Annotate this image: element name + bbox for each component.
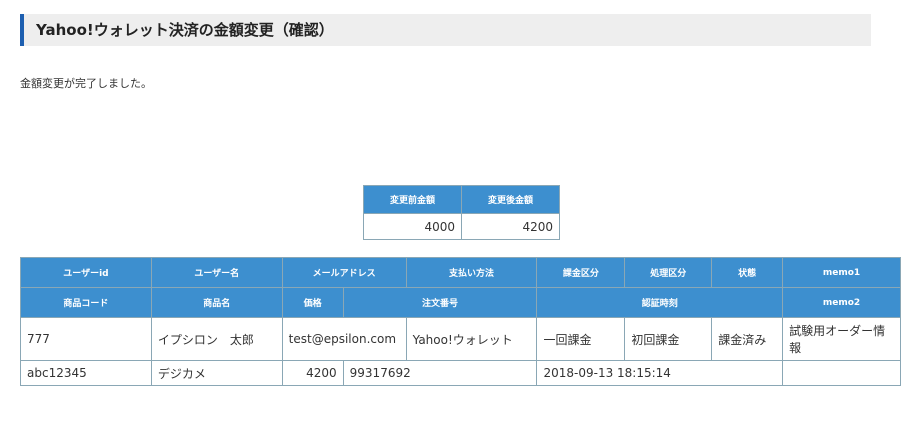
cell-memo2 <box>782 360 901 386</box>
header-payment-method: 支払い方法 <box>405 257 538 288</box>
cell-product-name: デジカメ <box>150 360 283 386</box>
amount-change-table: 変更前金額 変更後金額 4000 4200 <box>363 185 560 240</box>
header-email: メールアドレス <box>281 257 407 288</box>
table-row: abc12345 デジカメ 4200 99317692 2018-09-13 1… <box>20 360 901 386</box>
header-accent-bar <box>20 14 24 46</box>
header-order-number: 注文番号 <box>342 287 538 318</box>
header-product-name: 商品名 <box>150 287 283 318</box>
cell-billing-type: 一回課金 <box>536 317 626 361</box>
completion-message: 金額変更が完了しました。 <box>20 77 152 90</box>
after-amount-header: 変更後金額 <box>461 185 560 214</box>
page-header: Yahoo!ウォレット決済の金額変更（確認） <box>20 14 871 46</box>
header-process-type: 処理区分 <box>624 257 713 288</box>
cell-auth-time: 2018-09-13 18:15:14 <box>536 360 784 386</box>
order-detail-table: ユーザーid ユーザー名 メールアドレス 支払い方法 課金区分 処理区分 状態 … <box>20 257 901 386</box>
header-auth-time: 認証時刻 <box>536 287 784 318</box>
header-user-id: ユーザーid <box>20 257 152 288</box>
cell-process-type: 初回課金 <box>624 317 713 361</box>
header-memo1: memo1 <box>782 257 901 288</box>
cell-status: 課金済み <box>711 317 784 361</box>
page-title: Yahoo!ウォレット決済の金額変更（確認） <box>36 21 334 39</box>
cell-user-id: 777 <box>20 317 152 361</box>
header-memo2: memo2 <box>782 287 901 318</box>
before-amount-header: 変更前金額 <box>363 185 462 214</box>
header-billing-type: 課金区分 <box>536 257 626 288</box>
cell-order-number: 99317692 <box>342 360 538 386</box>
cell-product-code: abc12345 <box>20 360 152 386</box>
cell-memo1: 試験用オーダー情報 <box>782 317 901 361</box>
header-product-code: 商品コード <box>20 287 152 318</box>
header-price: 価格 <box>281 287 344 318</box>
after-amount-value: 4200 <box>461 213 560 240</box>
header-status: 状態 <box>711 257 784 288</box>
cell-email: test@epsilon.com <box>281 317 407 361</box>
cell-price: 4200 <box>281 360 344 386</box>
cell-user-name: イプシロン 太郎 <box>150 317 283 361</box>
table-row: 777 イプシロン 太郎 test@epsilon.com Yahoo!ウォレッ… <box>20 317 901 361</box>
header-user-name: ユーザー名 <box>150 257 283 288</box>
before-amount-value: 4000 <box>363 213 462 240</box>
cell-payment-method: Yahoo!ウォレット <box>405 317 538 361</box>
